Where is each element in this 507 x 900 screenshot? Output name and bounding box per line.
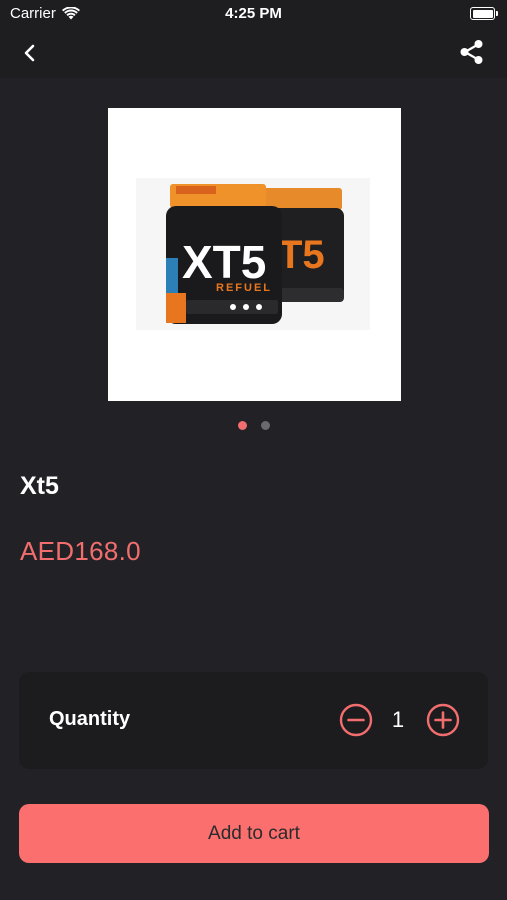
carousel-dot-active[interactable] [237,421,247,430]
add-to-cart-button[interactable]: Add to cart [19,804,489,863]
carousel-dot[interactable] [260,421,270,430]
product-image[interactable]: T5 XT5 REFUEL [108,108,401,401]
battery-icon [470,7,498,20]
increase-quantity-button[interactable] [426,703,460,737]
quantity-label: Quantity [49,708,131,730]
status-bar: Carrier 4:25 PM [0,0,507,28]
quantity-card: Quantity 1 [19,672,488,769]
battery-fill [472,9,493,18]
share-button[interactable] [457,37,487,67]
svg-text:T5: T5 [278,233,325,277]
carousel-indicator [0,421,507,430]
status-time: 4:25 PM [225,5,282,22]
quantity-value: 1 [391,707,405,732]
decrease-quantity-button[interactable] [339,703,373,737]
product-image-sublabel: REFUEL [216,282,272,294]
product-photo: T5 XT5 REFUEL [136,178,370,330]
product-image-label: XT5 [182,236,266,288]
minus-circle-icon [339,703,373,737]
product-price: AED168.0 [20,536,141,566]
back-button[interactable] [14,38,44,68]
plus-circle-icon [426,703,460,737]
product-name: Xt5 [20,472,59,500]
nav-bar [0,28,507,78]
share-icon [460,40,483,64]
chevron-left-icon [24,44,35,62]
